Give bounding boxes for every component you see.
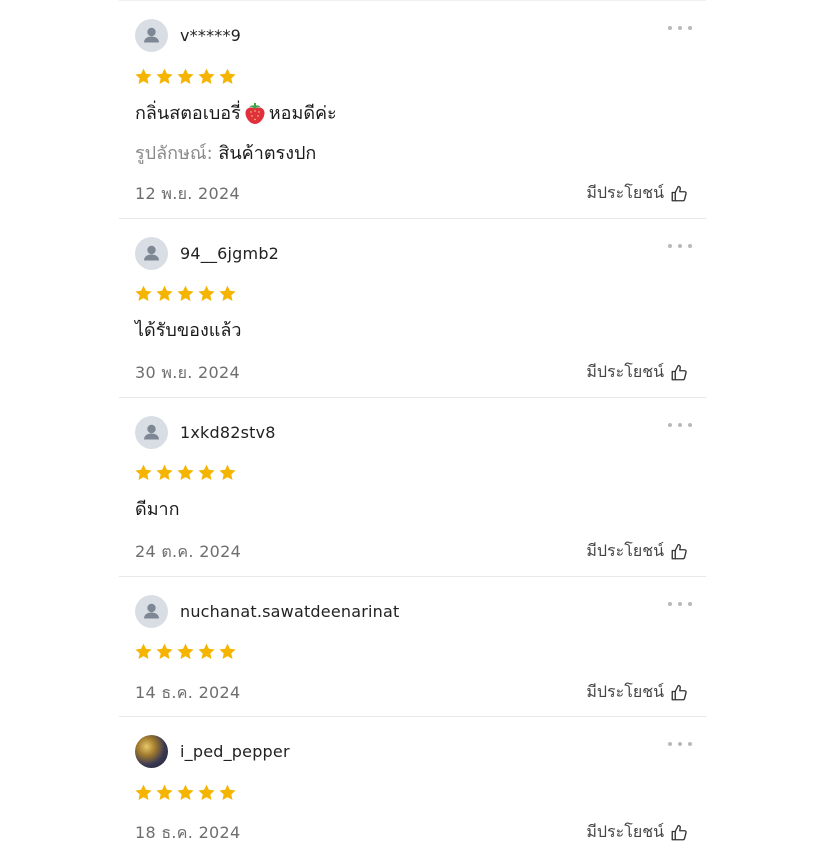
star-icon bbox=[135, 285, 152, 301]
star-icon bbox=[198, 285, 215, 301]
star-icon bbox=[156, 68, 173, 84]
helpful-label: มีประโยชน์ bbox=[586, 362, 664, 381]
review-comment: ได้รับของแล้ว bbox=[135, 320, 242, 341]
review-date: 14 ธ.ค. 2024 bbox=[135, 683, 241, 702]
user-avatar-icon[interactable] bbox=[135, 18, 168, 52]
star-icon bbox=[177, 68, 194, 84]
helpful-label: มีประโยชน์ bbox=[586, 682, 664, 701]
helpful-button[interactable]: มีประโยชน์ bbox=[586, 360, 688, 385]
user-avatar-icon[interactable] bbox=[135, 594, 168, 628]
helpful-button[interactable]: มีประโยชน์ bbox=[586, 181, 688, 206]
star-icon bbox=[198, 643, 215, 659]
review-date: 12 พ.ย. 2024 bbox=[135, 184, 240, 203]
more-options-icon[interactable] bbox=[668, 599, 692, 609]
star-icon bbox=[156, 784, 173, 800]
user-avatar-icon[interactable] bbox=[135, 236, 168, 270]
helpful-label: มีประโยชน์ bbox=[586, 822, 664, 841]
helpful-button[interactable]: มีประโยชน์ bbox=[586, 539, 688, 564]
user-avatar-photo[interactable] bbox=[135, 734, 168, 768]
username[interactable]: v*****9 bbox=[180, 26, 241, 45]
username[interactable]: 94__6jgmb2 bbox=[180, 244, 279, 263]
review-item: i_ped_pepper 18 ธ.ค. 2024 มีประโยชน์ bbox=[119, 717, 706, 855]
username[interactable]: i_ped_pepper bbox=[180, 742, 290, 761]
attribute-label: รูปลักษณ์: bbox=[135, 143, 213, 164]
thumbs-up-icon bbox=[671, 543, 687, 559]
star-icon bbox=[177, 643, 194, 659]
star-icon bbox=[156, 464, 173, 480]
star-icon bbox=[135, 464, 152, 480]
review-header: i_ped_pepper bbox=[135, 734, 290, 768]
strawberry-emoji bbox=[245, 102, 265, 124]
comment-text-2: หอมดีค่ะ bbox=[268, 103, 337, 124]
more-options-icon[interactable] bbox=[668, 241, 692, 251]
star-icon bbox=[177, 464, 194, 480]
star-icon bbox=[156, 643, 173, 659]
star-icon bbox=[135, 784, 152, 800]
review-item: 94__6jgmb2 ได้รับของแล้ว 30 พ.ย. 2024 มี… bbox=[119, 219, 706, 398]
thumbs-up-icon bbox=[671, 824, 687, 840]
star-icon bbox=[198, 784, 215, 800]
star-icon bbox=[198, 68, 215, 84]
star-rating bbox=[134, 783, 237, 802]
star-icon bbox=[219, 643, 236, 659]
review-header: v*****9 bbox=[135, 18, 241, 52]
star-icon bbox=[135, 68, 152, 84]
star-icon bbox=[219, 464, 236, 480]
review-item: 1xkd82stv8 ดีมาก 24 ต.ค. 2024 มีประโยชน์ bbox=[119, 398, 706, 577]
more-options-icon[interactable] bbox=[668, 420, 692, 430]
star-rating bbox=[134, 284, 237, 303]
helpful-label: มีประโยชน์ bbox=[586, 541, 664, 560]
thumbs-up-icon bbox=[671, 364, 687, 380]
star-icon bbox=[177, 285, 194, 301]
star-rating bbox=[134, 67, 237, 86]
thumbs-up-icon bbox=[671, 684, 687, 700]
review-date: 24 ต.ค. 2024 bbox=[135, 542, 242, 561]
star-icon bbox=[219, 285, 236, 301]
review-list: v*****9 กลิ่นสตอเบอรี่ หอมดีค่ะ รูปลักษณ… bbox=[119, 0, 706, 855]
review-comment: กลิ่นสตอเบอรี่ หอมดีค่ะ bbox=[135, 98, 337, 127]
thumbs-up-icon bbox=[671, 185, 687, 201]
review-header: 94__6jgmb2 bbox=[135, 236, 279, 270]
star-icon bbox=[135, 643, 152, 659]
more-options-icon[interactable] bbox=[668, 739, 692, 749]
username[interactable]: 1xkd82stv8 bbox=[180, 423, 276, 442]
star-icon bbox=[198, 464, 215, 480]
attribute-value: สินค้าตรงปก bbox=[218, 143, 317, 164]
review-header: nuchanat.sawatdeenarinat bbox=[135, 594, 399, 628]
comment-text: กลิ่นสตอเบอรี่ bbox=[135, 103, 241, 124]
review-header: 1xkd82stv8 bbox=[135, 415, 276, 449]
user-avatar-icon[interactable] bbox=[135, 415, 168, 449]
star-icon bbox=[219, 784, 236, 800]
star-icon bbox=[156, 285, 173, 301]
more-options-icon[interactable] bbox=[668, 23, 692, 33]
helpful-button[interactable]: มีประโยชน์ bbox=[586, 680, 688, 705]
star-rating bbox=[134, 463, 237, 482]
username[interactable]: nuchanat.sawatdeenarinat bbox=[180, 602, 399, 621]
review-comment: ดีมาก bbox=[135, 499, 180, 520]
star-rating bbox=[134, 642, 237, 661]
helpful-button[interactable]: มีประโยชน์ bbox=[586, 820, 688, 845]
review-date: 30 พ.ย. 2024 bbox=[135, 363, 240, 382]
review-item: v*****9 กลิ่นสตอเบอรี่ หอมดีค่ะ รูปลักษณ… bbox=[119, 0, 706, 219]
star-icon bbox=[177, 784, 194, 800]
review-item: nuchanat.sawatdeenarinat 14 ธ.ค. 2024 มี… bbox=[119, 577, 706, 717]
review-attribute: รูปลักษณ์: สินค้าตรงปก bbox=[135, 138, 316, 167]
helpful-label: มีประโยชน์ bbox=[586, 183, 664, 202]
star-icon bbox=[219, 68, 236, 84]
review-date: 18 ธ.ค. 2024 bbox=[135, 823, 241, 842]
